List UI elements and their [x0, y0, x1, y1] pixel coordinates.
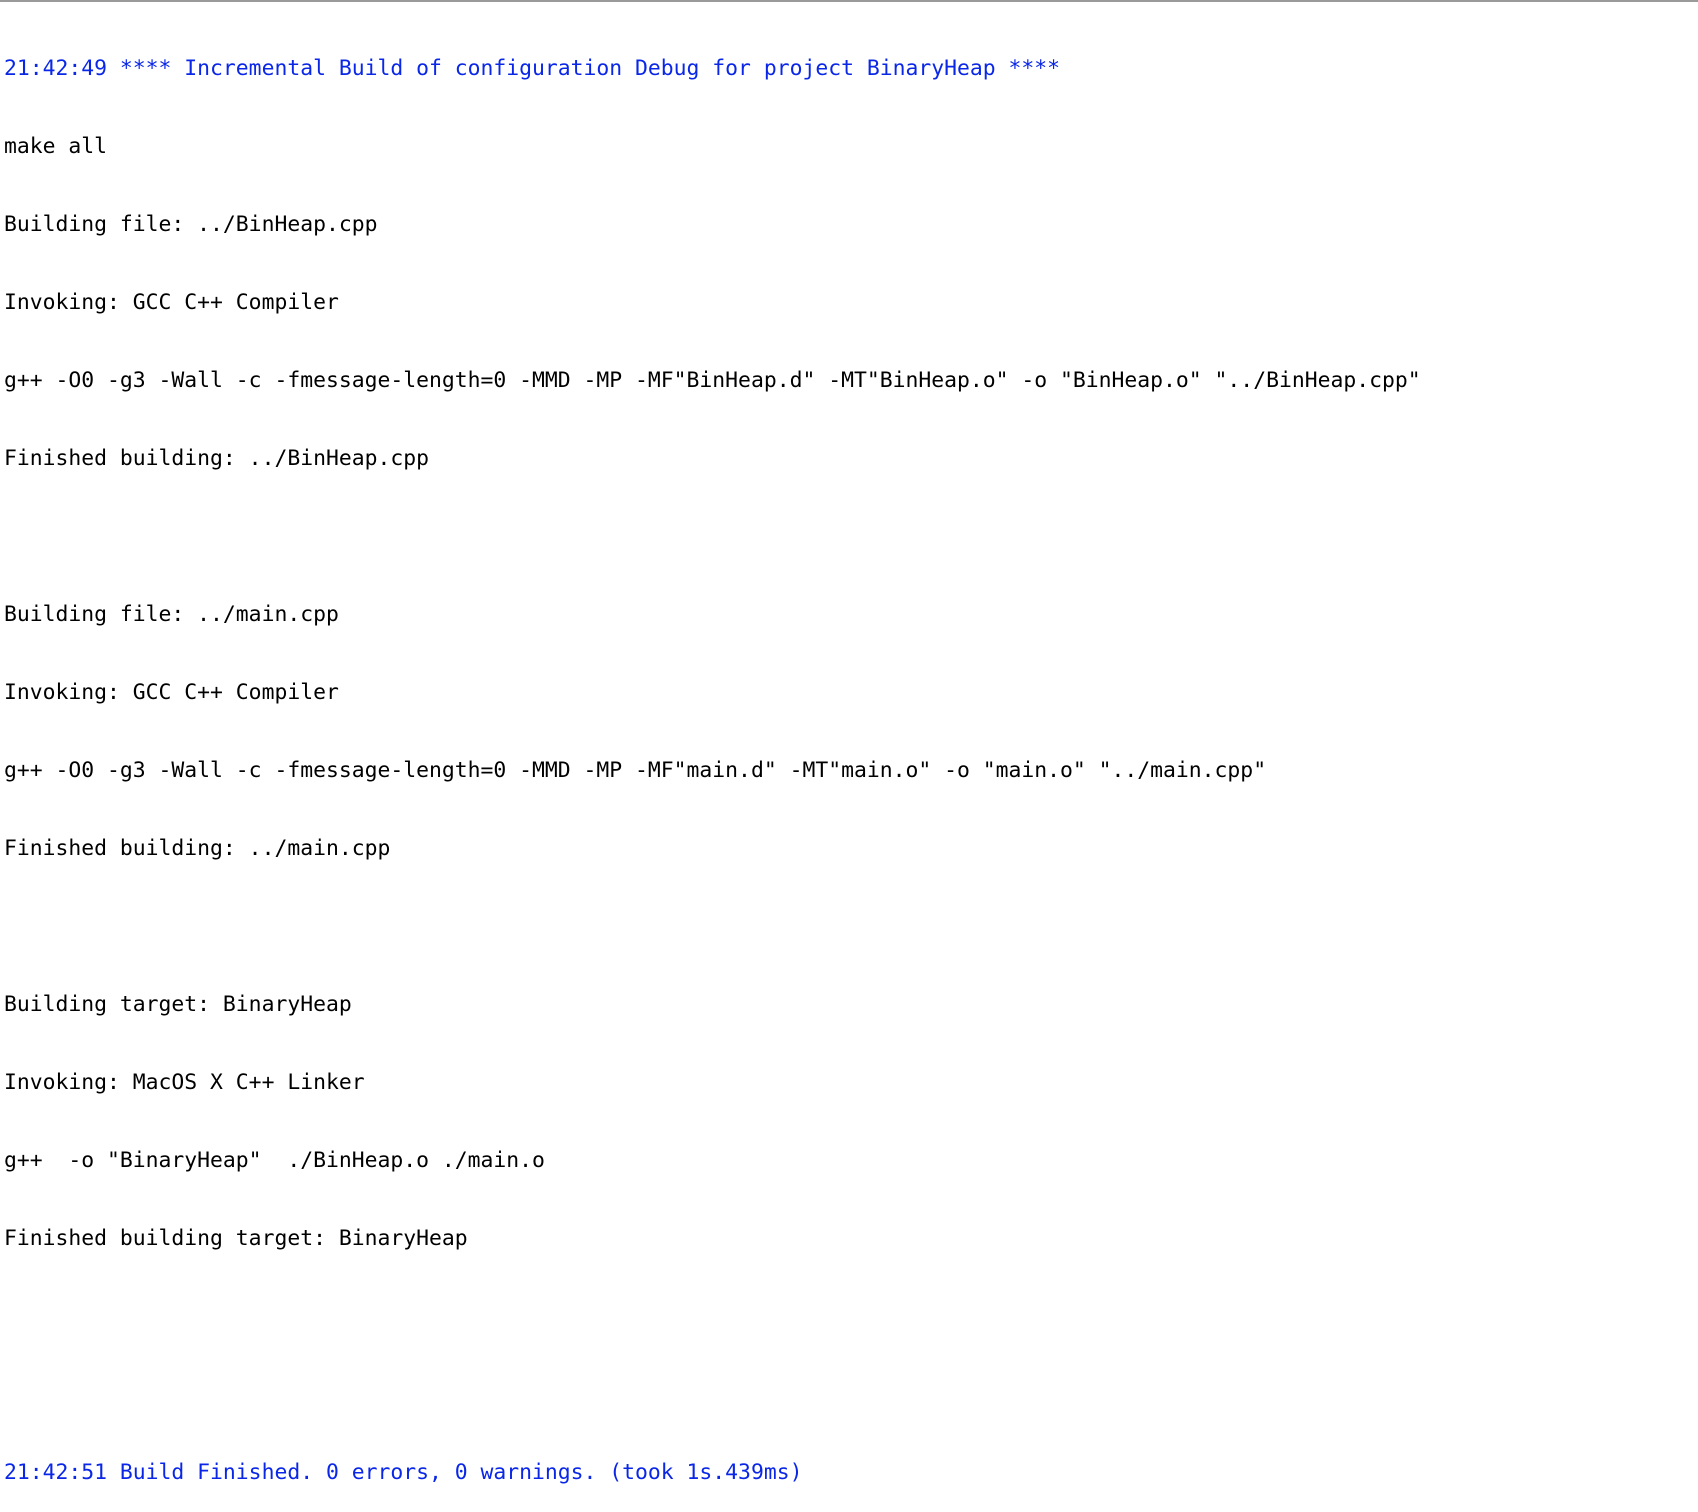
console-line-finished-binheap: Finished building: ../BinHeap.cpp	[4, 446, 429, 471]
console-line-build-finished: 21:42:51 Build Finished. 0 errors, 0 war…	[4, 1460, 803, 1485]
console-line-building-target: Building target: BinaryHeap	[4, 992, 352, 1017]
console-line-blank	[4, 1304, 1698, 1330]
console-line-finished-main: Finished building: ../main.cpp	[4, 836, 391, 861]
console-line-build-start: 21:42:49 **** Incremental Build of confi…	[4, 56, 1061, 81]
console-line-compile-main-command: g++ -O0 -g3 -Wall -c -fmessage-length=0 …	[4, 758, 1267, 783]
console-line-invoking-compiler: Invoking: GCC C++ Compiler	[4, 680, 339, 705]
console-line-blank	[4, 914, 1698, 940]
console-line-building-main: Building file: ../main.cpp	[4, 602, 339, 627]
console-line-compile-binheap-command: g++ -O0 -g3 -Wall -c -fmessage-length=0 …	[4, 368, 1421, 393]
console-line-building-binheap: Building file: ../BinHeap.cpp	[4, 212, 378, 237]
console-line-link-command: g++ -o "BinaryHeap" ./BinHeap.o ./main.o	[4, 1148, 545, 1173]
console-line-finished-target: Finished building target: BinaryHeap	[4, 1226, 468, 1251]
console-line-blank	[4, 524, 1698, 550]
console-line-invoking-compiler: Invoking: GCC C++ Compiler	[4, 290, 339, 315]
console-line-blank	[4, 1382, 1698, 1408]
console-line-invoking-linker: Invoking: MacOS X C++ Linker	[4, 1070, 365, 1095]
console-line-make-all: make all	[4, 134, 108, 159]
build-console-output[interactable]: 21:42:49 **** Incremental Build of confi…	[0, 0, 1698, 1485]
